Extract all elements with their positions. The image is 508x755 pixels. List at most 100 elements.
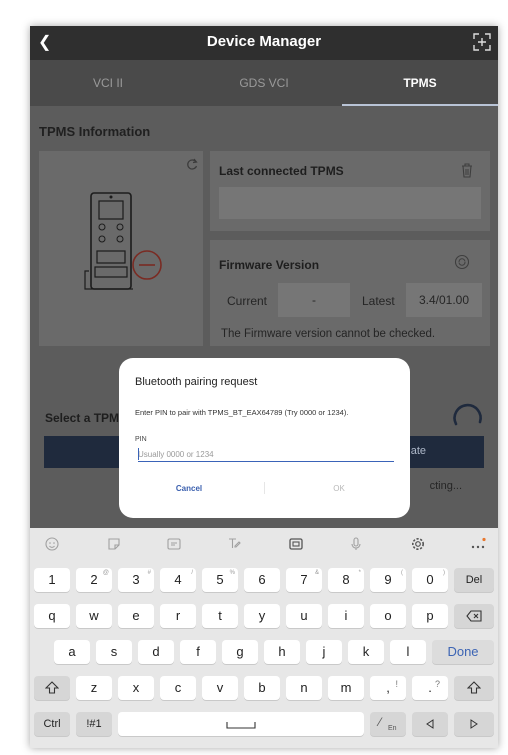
key-2[interactable]: 2 @ (76, 568, 112, 592)
delete-key[interactable]: Del (454, 568, 494, 592)
key-c[interactable]: c (160, 676, 196, 700)
key-l[interactable]: l (390, 640, 426, 664)
refresh-icon[interactable] (185, 157, 199, 171)
current-label: Current (227, 294, 268, 308)
slash-glyph: ⁄ (379, 715, 382, 729)
arrow-right-icon (470, 719, 478, 729)
key-0[interactable]: 0) (412, 568, 448, 592)
soft-keyboard: 1 2 @ 3 # 4/ 5% 6 7 & 8 * 9( 0) Del q w e r … (30, 528, 498, 748)
sticker-icon[interactable] (106, 536, 122, 552)
button-divider (264, 482, 265, 494)
tab-tpms[interactable]: TPMS (342, 60, 498, 106)
tab-gds-vci[interactable]: GDS VCI (186, 60, 342, 106)
backspace-icon (466, 610, 482, 622)
emoji-icon[interactable] (44, 536, 60, 552)
key-j[interactable]: j (306, 640, 342, 664)
text-cursor (138, 448, 139, 460)
key-4[interactable]: 4/ (160, 568, 196, 592)
language-key[interactable]: ⁄ En (370, 712, 406, 736)
key-d[interactable]: d (138, 640, 174, 664)
key-7[interactable]: 7 & (286, 568, 322, 592)
state-header: ate (410, 445, 426, 457)
shift-icon (467, 681, 481, 694)
clipboard-icon[interactable] (288, 536, 304, 552)
firmware-note: The Firmware version cannot be checked. (221, 328, 436, 340)
space-icon (226, 722, 256, 729)
scan-frame-icon[interactable] (472, 32, 492, 52)
mic-icon[interactable] (348, 536, 364, 552)
pin-input[interactable] (138, 447, 394, 462)
dialog-message: Enter PIN to pair with TPMS_BT_EAX64789 … (135, 408, 349, 417)
shift-icon (45, 681, 59, 694)
current-value: - (278, 283, 350, 317)
key-t[interactable]: t (202, 604, 238, 628)
update-icon[interactable] (454, 254, 470, 270)
key-q[interactable]: q (34, 604, 70, 628)
key-g[interactable]: g (222, 640, 258, 664)
ok-button[interactable]: OK (299, 484, 379, 493)
key-a[interactable]: a (54, 640, 90, 664)
key-n[interactable]: n (286, 676, 322, 700)
device-image-card (39, 151, 203, 346)
language-label: En (388, 725, 397, 732)
space-key[interactable] (118, 712, 364, 736)
title-bar: ❮ Device Manager (30, 26, 498, 60)
key-y[interactable]: y (244, 604, 280, 628)
pin-label: PIN (135, 436, 147, 443)
cursor-left-key[interactable] (412, 712, 448, 736)
key-b[interactable]: b (244, 676, 280, 700)
key-h[interactable]: h (264, 640, 300, 664)
shift-key-right[interactable] (454, 676, 494, 700)
last-connected-card: Last connected TPMS (210, 151, 490, 231)
last-connected-label: Last connected TPMS (219, 164, 344, 178)
key-m[interactable]: m (328, 676, 364, 700)
settings-icon[interactable] (410, 536, 426, 552)
firmware-label: Firmware Version (219, 258, 320, 272)
key-p[interactable]: p (412, 604, 448, 628)
handwriting-icon[interactable] (226, 536, 242, 552)
done-key[interactable]: Done (432, 640, 494, 664)
key-6[interactable]: 6 (244, 568, 280, 592)
key-k[interactable]: k (348, 640, 384, 664)
key-u[interactable]: u (286, 604, 322, 628)
symbols-key[interactable]: !#1 (76, 712, 112, 736)
key-9[interactable]: 9( (370, 568, 406, 592)
key-e[interactable]: e (118, 604, 154, 628)
key-r[interactable]: r (160, 604, 196, 628)
key-period[interactable]: .? (412, 676, 448, 700)
cursor-right-key[interactable] (454, 712, 494, 736)
connecting-status: cting... (429, 480, 462, 492)
key-v[interactable]: v (202, 676, 238, 700)
ctrl-key[interactable]: Ctrl (34, 712, 70, 736)
key-i[interactable]: i (328, 604, 364, 628)
key-o[interactable]: o (370, 604, 406, 628)
select-tpms-label: Select a TPM (45, 411, 120, 425)
shift-key-left[interactable] (34, 676, 70, 700)
key-x[interactable]: x (118, 676, 154, 700)
gif-icon[interactable] (166, 536, 182, 552)
page-title: Device Manager (206, 33, 322, 50)
device-frame: ❮ Device Manager VCI II GDS VCI TPMS TPM… (30, 26, 498, 748)
loading-spinner-icon (453, 403, 482, 426)
key-5[interactable]: 5% (202, 568, 238, 592)
key-1[interactable]: 1 (34, 568, 70, 592)
more-icon[interactable] (470, 536, 486, 552)
backspace-key[interactable] (454, 604, 494, 628)
key-8[interactable]: 8 * (328, 568, 364, 592)
tab-vci-ii[interactable]: VCI II (30, 60, 186, 106)
latest-label: Latest (362, 294, 395, 308)
arrow-left-icon (426, 719, 434, 729)
key-w[interactable]: w (76, 604, 112, 628)
section-title: TPMS Information (39, 124, 151, 139)
app-screen: ❮ Device Manager VCI II GDS VCI TPMS TPM… (30, 26, 498, 528)
key-f[interactable]: f (180, 640, 216, 664)
key-s[interactable]: s (96, 640, 132, 664)
key-comma[interactable]: ,! (370, 676, 406, 700)
key-z[interactable]: z (76, 676, 112, 700)
dialog-title: Bluetooth pairing request (135, 376, 258, 388)
cancel-button[interactable]: Cancel (149, 484, 229, 493)
tab-bar: VCI II GDS VCI TPMS (30, 60, 498, 106)
tpms-device-icon (84, 192, 162, 290)
key-3[interactable]: 3 # (118, 568, 154, 592)
trash-icon[interactable] (460, 162, 474, 178)
